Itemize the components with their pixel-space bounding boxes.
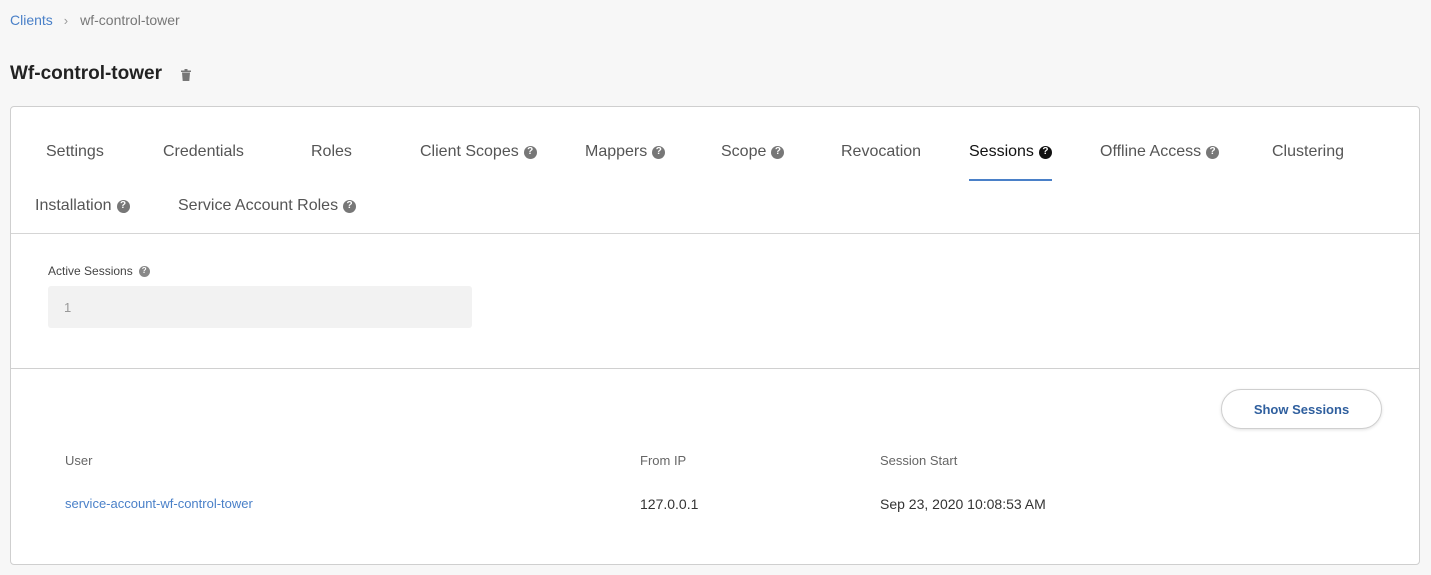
tab-label: Offline Access (1100, 143, 1202, 160)
help-icon[interactable]: ? (1206, 145, 1220, 159)
help-icon[interactable]: ? (652, 145, 666, 159)
tab-label: Roles (311, 143, 352, 160)
active-sessions-field[interactable] (48, 286, 472, 328)
tab-roles[interactable]: Roles (311, 143, 352, 161)
tab-bar: Settings Credentials Roles Client Scopes… (11, 107, 1419, 234)
active-sessions-section: Active Sessions ? (11, 234, 1419, 369)
help-icon[interactable]: ? (138, 265, 150, 277)
tab-sessions[interactable]: Sessions ? (969, 143, 1052, 161)
tab-scope[interactable]: Scope ? (721, 143, 785, 161)
column-header-from-ip: From IP (640, 453, 687, 468)
tab-label: Credentials (163, 143, 244, 160)
help-icon[interactable]: ? (343, 199, 357, 213)
session-user-link[interactable]: service-account-wf-control-tower (65, 496, 253, 511)
breadcrumb: Clients › wf-control-tower (10, 12, 180, 28)
tab-label: Clustering (1272, 143, 1345, 160)
tab-clustering[interactable]: Clustering (1272, 143, 1344, 161)
help-icon[interactable]: ? (116, 199, 130, 213)
tab-label: Mappers (585, 143, 648, 160)
tab-label: Sessions (969, 143, 1034, 160)
tab-service-account-roles[interactable]: Service Account Roles ? (178, 197, 357, 215)
page-title: Wf-control-tower (10, 63, 162, 84)
session-from-ip: 127.0.0.1 (640, 496, 699, 512)
session-start-time: Sep 23, 2020 10:08:53 AM (880, 496, 1046, 512)
active-sessions-label-text: Active Sessions (48, 264, 133, 278)
show-sessions-button[interactable]: Show Sessions (1221, 389, 1382, 429)
tab-credentials[interactable]: Credentials (163, 143, 244, 161)
column-header-session-start: Session Start (880, 453, 958, 468)
tab-revocation[interactable]: Revocation (841, 143, 921, 161)
chevron-right-icon: › (63, 12, 69, 28)
column-header-user: User (65, 453, 93, 468)
client-card: Settings Credentials Roles Client Scopes… (10, 106, 1420, 565)
tab-label: Installation (35, 197, 112, 214)
help-icon[interactable]: ? (771, 145, 785, 159)
tab-label: Client Scopes (420, 143, 519, 160)
tab-settings[interactable]: Settings (46, 143, 104, 161)
tab-installation[interactable]: Installation ? (35, 197, 130, 215)
tab-client-scopes[interactable]: Client Scopes ? (420, 143, 537, 161)
active-sessions-label: Active Sessions ? (48, 264, 150, 278)
help-icon[interactable]: ? (523, 145, 537, 159)
tab-label: Service Account Roles (178, 197, 339, 214)
sessions-section: Show Sessions User From IP Session Start… (11, 369, 1419, 564)
help-icon[interactable]: ? (1038, 145, 1052, 159)
trash-icon[interactable] (180, 68, 191, 81)
tab-label: Scope (721, 143, 767, 160)
tab-label: Revocation (841, 143, 922, 160)
tab-label: Settings (46, 143, 104, 160)
active-tab-indicator (969, 179, 1052, 181)
tab-offline-access[interactable]: Offline Access ? (1100, 143, 1220, 161)
breadcrumb-current: wf-control-tower (80, 12, 180, 28)
breadcrumb-clients-link[interactable]: Clients (10, 12, 53, 28)
page-header: Wf-control-tower (10, 63, 191, 85)
tab-mappers[interactable]: Mappers ? (585, 143, 666, 161)
